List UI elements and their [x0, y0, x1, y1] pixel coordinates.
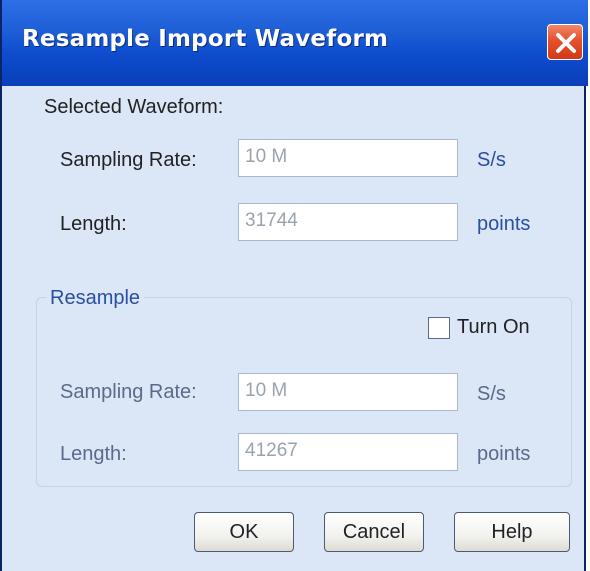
resample-length-field[interactable]: 41267: [238, 433, 458, 471]
cancel-button[interactable]: Cancel: [324, 512, 424, 552]
resample-length-unit: points: [477, 443, 531, 465]
title-bar[interactable]: Resample Import Waveform: [2, 0, 588, 86]
resample-group-label: Resample: [46, 287, 145, 310]
selected-sampling-rate-field: 10 M: [238, 139, 458, 177]
turn-on-checkbox[interactable]: [428, 317, 450, 339]
window-title: Resample Import Waveform: [22, 26, 389, 52]
resample-length-label: Length:: [60, 443, 127, 465]
help-button[interactable]: Help: [454, 512, 570, 552]
selected-length-label: Length:: [60, 213, 127, 235]
resample-sampling-rate-field[interactable]: 10 M: [238, 373, 458, 411]
resample-dialog: Resample Import Waveform Selected Wavefo…: [0, 0, 588, 571]
ok-button[interactable]: OK: [194, 512, 294, 552]
selected-sampling-rate-unit: S/s: [477, 149, 506, 171]
turn-on-label[interactable]: Turn On: [457, 316, 530, 339]
selected-waveform-heading: Selected Waveform:: [44, 96, 224, 118]
close-button[interactable]: [547, 24, 583, 60]
selected-length-field: 31744: [238, 203, 458, 241]
selected-sampling-rate-label: Sampling Rate:: [60, 149, 197, 171]
resample-sampling-rate-label: Sampling Rate:: [60, 381, 197, 403]
resample-sampling-rate-unit: S/s: [477, 383, 506, 405]
selected-length-unit: points: [477, 213, 531, 235]
close-icon: [556, 33, 576, 53]
